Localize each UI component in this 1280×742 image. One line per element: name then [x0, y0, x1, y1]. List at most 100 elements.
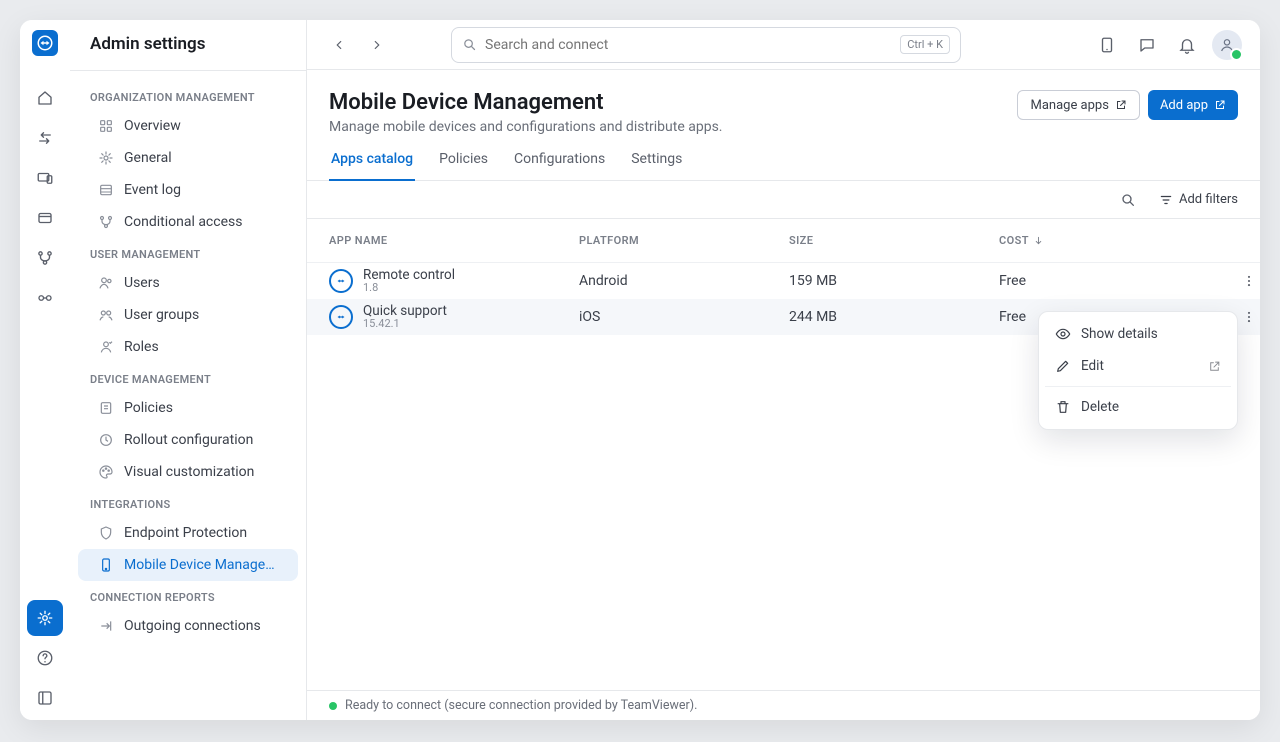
usergroup-icon [98, 307, 114, 323]
col-platform[interactable]: PLATFORM [579, 234, 789, 247]
search-icon [1120, 192, 1136, 208]
manage-apps-label: Manage apps [1030, 98, 1108, 113]
table-search-button[interactable] [1113, 185, 1143, 215]
ctx-edit[interactable]: Edit [1045, 350, 1231, 382]
row-actions-button[interactable] [1239, 304, 1259, 330]
sidebar-item-label: Overview [124, 118, 181, 134]
ctx-item-label: Edit [1081, 358, 1104, 374]
page-title: Mobile Device Management [329, 90, 723, 115]
sidebar-item-user-groups[interactable]: User groups [78, 299, 298, 331]
sidebar-item-label: Policies [124, 400, 173, 416]
external-link-icon [1208, 360, 1221, 373]
sidebar-item-label: Conditional access [124, 214, 242, 230]
sidebar-item-policies[interactable]: Policies [78, 392, 298, 424]
sidebar-item-users[interactable]: Users [78, 267, 298, 299]
chat-icon-button[interactable] [1132, 30, 1162, 60]
avatar[interactable] [1212, 30, 1242, 60]
row-actions-button[interactable] [1239, 268, 1259, 294]
sidebar-item-outgoing-connections[interactable]: Outgoing connections [78, 610, 298, 642]
external-link-icon [1214, 99, 1226, 111]
cell-cost: Free [999, 273, 1209, 289]
transfer-icon [36, 129, 54, 147]
manage-apps-button[interactable]: Manage apps [1017, 90, 1139, 120]
rail-expand-button[interactable] [27, 680, 63, 716]
sort-desc-icon [1033, 235, 1044, 246]
devices-icon [36, 169, 54, 187]
sidebar-item-label: Visual customization [124, 464, 254, 480]
rail-devices-button[interactable] [27, 160, 63, 196]
search-field[interactable]: Ctrl + K [451, 27, 961, 63]
gear-icon [36, 609, 54, 627]
sidebar-scroll[interactable]: ORGANIZATION MANAGEMENT Overview General Ev… [70, 71, 306, 720]
sidebar-item-conditional-access[interactable]: Conditional access [78, 206, 298, 238]
connected-icon [36, 289, 54, 307]
app-window: Admin settings ORGANIZATION MANAGEMENTOv… [20, 20, 1260, 720]
sidebar-item-label: Roles [124, 339, 159, 355]
table-row[interactable]: Remote control1.8Android159 MBFree [307, 263, 1260, 299]
list-icon [98, 182, 114, 198]
expand-icon [36, 689, 54, 707]
nav-forward-button[interactable] [363, 31, 391, 59]
tablet-icon [1098, 36, 1116, 54]
bell-icon-button[interactable] [1172, 30, 1202, 60]
tab-apps-catalog[interactable]: Apps catalog [329, 151, 415, 181]
sidebar-item-roles[interactable]: Roles [78, 331, 298, 363]
shield-icon [98, 525, 114, 541]
ctx-show-details[interactable]: Show details [1045, 318, 1231, 350]
rail-branch-button[interactable] [27, 240, 63, 276]
tabs: Apps catalog Policies Configurations Settin… [307, 135, 1260, 181]
sidebar-item-label: General [124, 150, 172, 166]
col-cost[interactable]: COST [999, 234, 1209, 247]
grid-icon [98, 118, 114, 134]
status-bar: Ready to connect (secure connection prov… [307, 690, 1260, 720]
topbar: Ctrl + K [307, 20, 1260, 70]
rail-connected-button[interactable] [27, 280, 63, 316]
section-label: INTEGRATIONS [70, 488, 306, 517]
search-shortcut: Ctrl + K [900, 35, 950, 54]
rail-wallet-button[interactable] [27, 200, 63, 236]
palette-icon [98, 464, 114, 480]
rail-home-button[interactable] [27, 80, 63, 116]
tab-settings[interactable]: Settings [629, 151, 684, 180]
add-filters-button[interactable]: Add filters [1159, 192, 1238, 207]
app-icon [329, 269, 353, 293]
tab-configurations[interactable]: Configurations [512, 151, 607, 180]
sidebar-item-overview[interactable]: Overview [78, 110, 298, 142]
sidebar-item-general[interactable]: General [78, 142, 298, 174]
teamviewer-icon [36, 34, 54, 52]
brand-logo [32, 30, 58, 56]
rail-transfer-button[interactable] [27, 120, 63, 156]
nav-back-button[interactable] [325, 31, 353, 59]
rail-help-button[interactable] [27, 640, 63, 676]
add-filters-label: Add filters [1179, 192, 1238, 207]
apps-table: APP NAMEPLATFORMSIZECOST Remote control1… [307, 219, 1260, 690]
ctx-delete[interactable]: Delete [1045, 391, 1231, 423]
sidebar-item-rollout-configuration[interactable]: Rollout configuration [78, 424, 298, 456]
add-app-button[interactable]: Add app [1148, 90, 1238, 120]
sidebar-item-label: User groups [124, 307, 199, 323]
tablet-icon-button[interactable] [1092, 30, 1122, 60]
branch-icon [36, 249, 54, 267]
cell-platform: iOS [579, 309, 789, 325]
tab-policies[interactable]: Policies [437, 151, 490, 180]
sidebar-item-endpoint-protection[interactable]: Endpoint Protection [78, 517, 298, 549]
users-icon [98, 275, 114, 291]
page-subtitle: Manage mobile devices and configurations… [329, 119, 723, 135]
col-size[interactable]: SIZE [789, 234, 999, 247]
mobile-icon [98, 557, 114, 573]
rail-gear-button[interactable] [27, 600, 63, 636]
filter-icon [1159, 193, 1173, 207]
policy-icon [98, 400, 114, 416]
section-label: ORGANIZATION MANAGEMENT [70, 81, 306, 110]
main-area: Ctrl + K Mobile Device Management Manage… [307, 20, 1260, 720]
sidebar-item-visual-customization[interactable]: Visual customization [78, 456, 298, 488]
section-label: CONNECTION REPORTS [70, 581, 306, 610]
settings-sidebar: Admin settings ORGANIZATION MANAGEMENTOv… [70, 20, 307, 720]
search-input[interactable] [485, 37, 892, 53]
sidebar-item-event-log[interactable]: Event log [78, 174, 298, 206]
bell-icon [1178, 36, 1196, 54]
cell-size: 159 MB [789, 273, 999, 289]
col-app-name[interactable]: APP NAME [329, 234, 579, 247]
rollout-icon [98, 432, 114, 448]
sidebar-item-mobile-device-managem[interactable]: Mobile Device Managem... [78, 549, 298, 581]
